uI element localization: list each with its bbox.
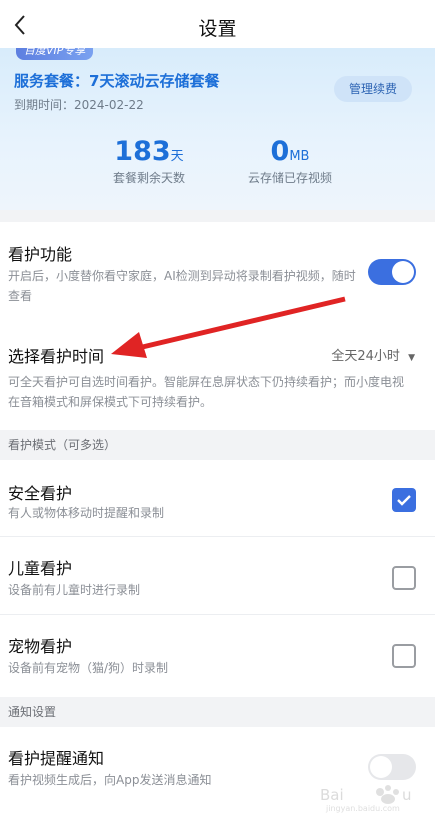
annotation-arrow-icon (111, 296, 346, 358)
svg-text:Bai: Bai (320, 786, 344, 804)
baidu-watermark-logo: Bai u jingyan.baidu.com (318, 778, 418, 814)
svg-text:jingyan.baidu.com: jingyan.baidu.com (325, 804, 400, 813)
svg-text:u: u (402, 786, 412, 804)
